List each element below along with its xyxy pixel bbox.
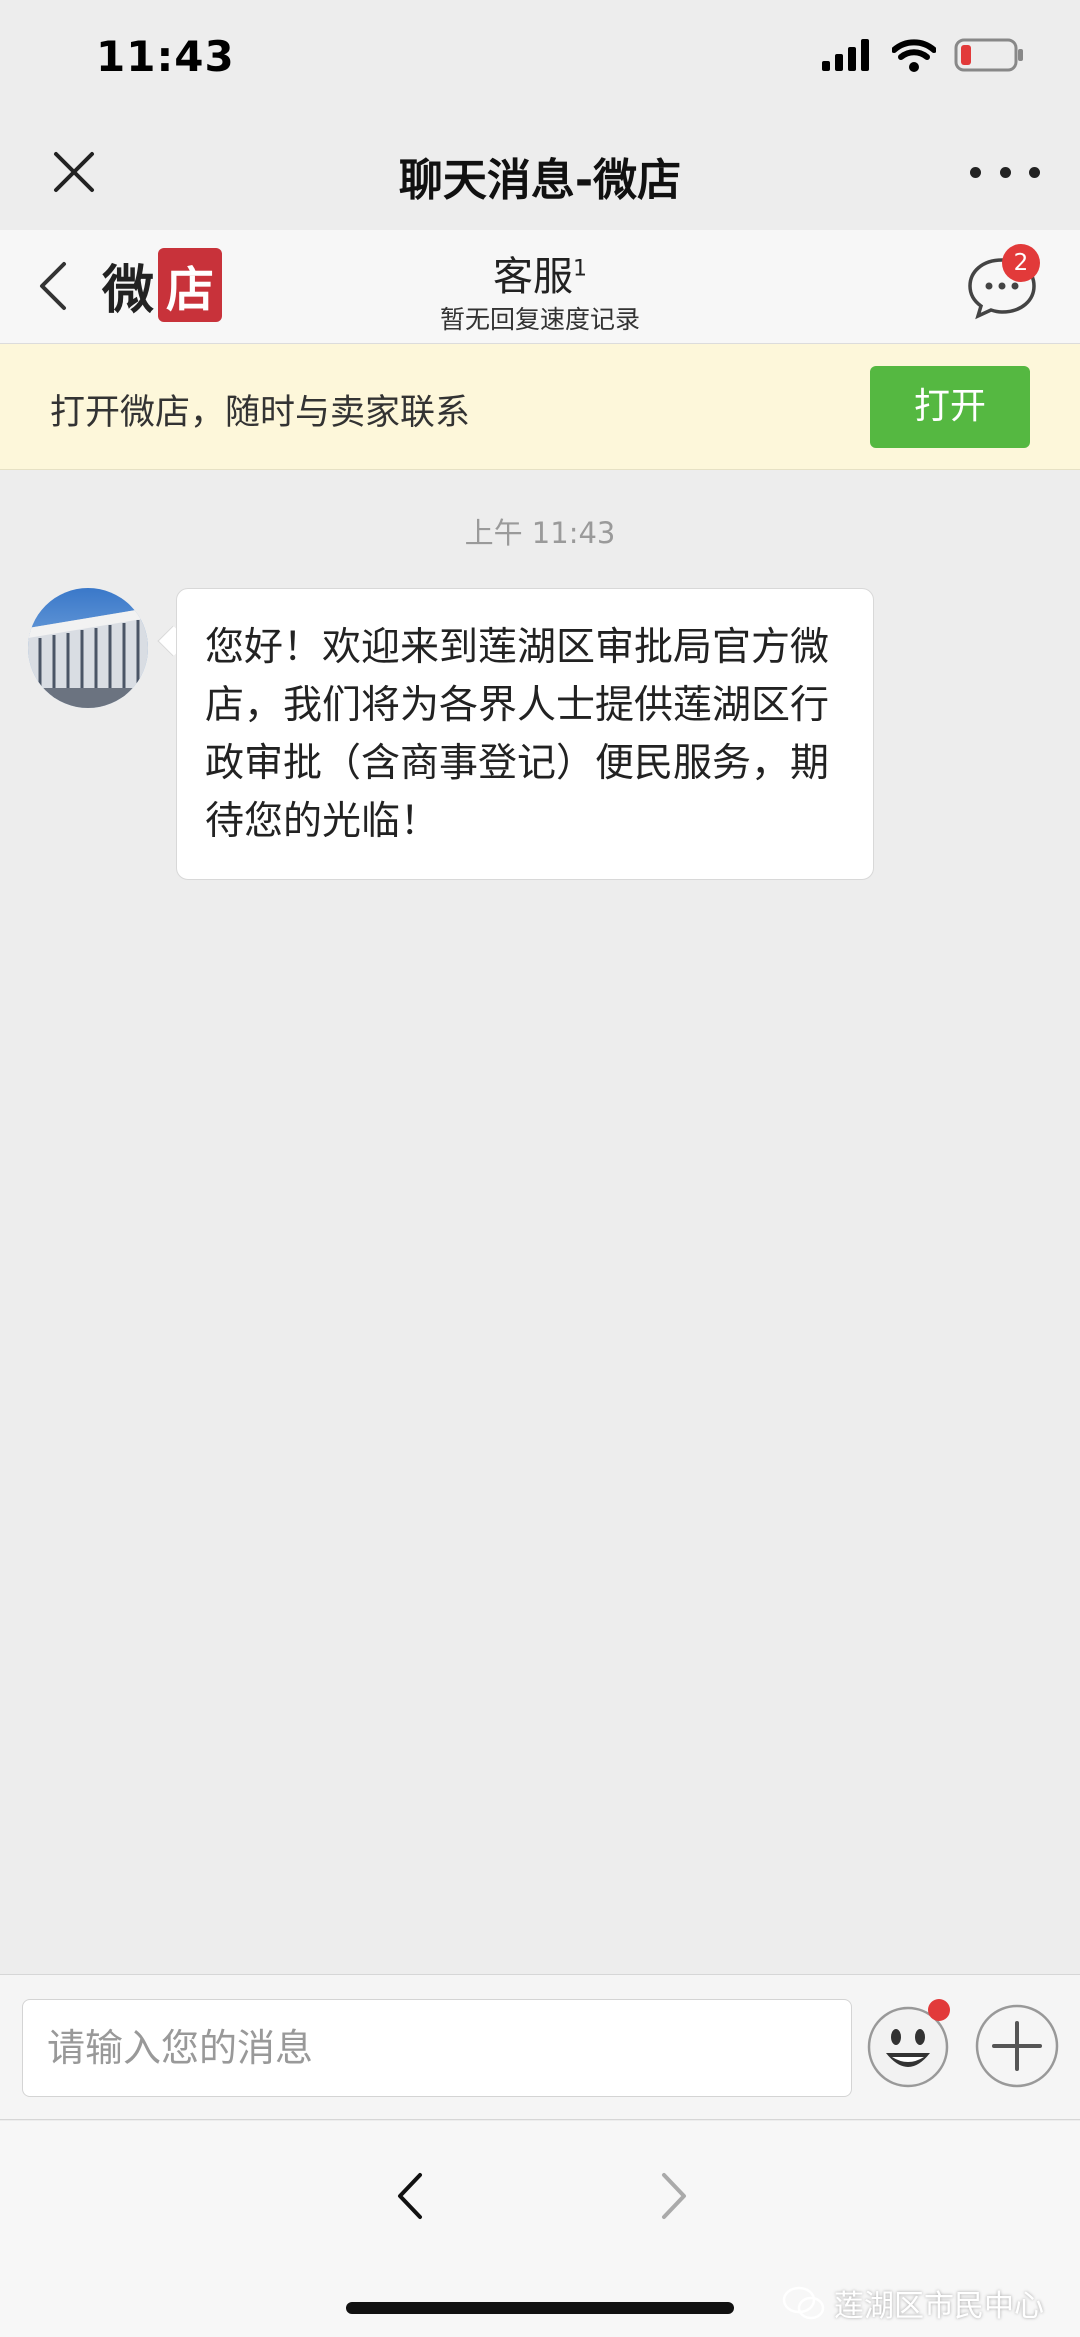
more-dots-icon xyxy=(970,166,981,178)
watermark-text: 莲湖区市民中心 xyxy=(834,2289,1044,2324)
status-time: 11:43 xyxy=(96,32,235,81)
status-icons xyxy=(822,38,1024,72)
chat-title-sup: 1 xyxy=(573,256,587,282)
chat-title-text: 客服 xyxy=(493,254,573,300)
message-input[interactable]: 请输入您的消息 xyxy=(22,1999,852,2097)
chat-title: 客服1 xyxy=(0,244,1080,302)
chevron-left-icon xyxy=(398,2173,422,2219)
add-attachment-button[interactable] xyxy=(974,2003,1060,2089)
building-photo-icon xyxy=(28,588,148,708)
message-bubble: 您好！欢迎来到莲湖区审批局官方微店，我们将为各界人士提供莲湖区行政审批（含商事登… xyxy=(176,588,874,880)
cellular-signal-icon xyxy=(822,39,869,71)
webview-title-bar: 聊天消息-微店 xyxy=(0,120,1080,230)
chevron-right-icon xyxy=(662,2173,686,2219)
message-timestamp: 上午 11:43 xyxy=(464,516,616,550)
more-options-button[interactable] xyxy=(970,152,1040,192)
open-app-banner: 打开微店，随时与卖家联系 打开 xyxy=(0,344,1080,470)
page-title: 聊天消息-微店 xyxy=(398,155,682,206)
status-bar: 11:43 xyxy=(0,0,1080,120)
input-bar: 请输入您的消息 xyxy=(0,1974,1080,2120)
reply-speed-note: 暂无回复速度记录 xyxy=(439,305,640,334)
watermark: 莲湖区市民中心 xyxy=(782,2281,1044,2325)
open-app-button[interactable]: 打开 xyxy=(870,366,1030,448)
browser-forward-button[interactable] xyxy=(654,2161,694,2231)
wifi-icon xyxy=(892,39,936,72)
browser-back-button[interactable] xyxy=(390,2161,430,2231)
unread-badge: 2 xyxy=(1002,244,1040,282)
shop-header: 微 店 客服1 暂无回复速度记录 2 xyxy=(0,230,1080,344)
home-indicator[interactable] xyxy=(346,2302,734,2314)
shop-avatar[interactable] xyxy=(28,588,148,708)
battery-low-icon xyxy=(954,38,1023,72)
plus-icon xyxy=(975,2004,1059,2088)
banner-text: 打开微店，随时与卖家联系 xyxy=(50,393,471,433)
wechat-icon xyxy=(782,2286,825,2320)
emoji-notification-dot xyxy=(928,1999,950,2021)
